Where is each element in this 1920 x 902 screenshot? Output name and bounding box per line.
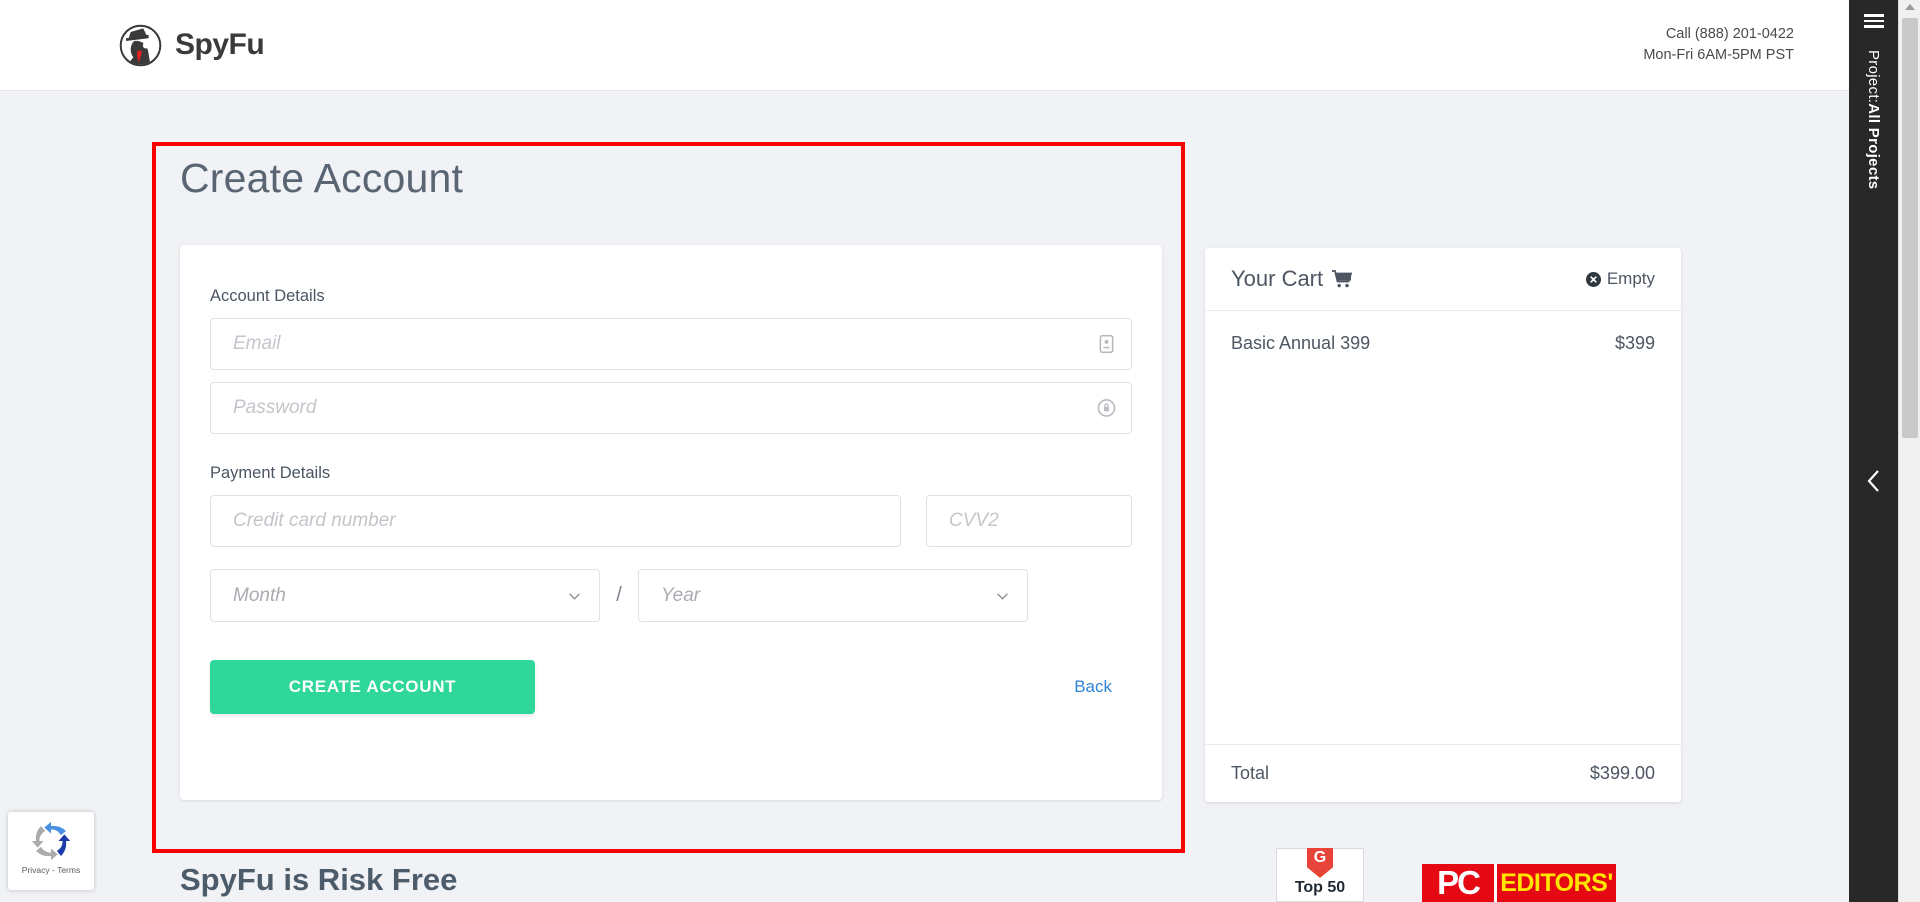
circle-x-icon <box>1586 272 1601 287</box>
cart-panel: Your Cart Empty Basic Annual 399 $39 <box>1205 248 1681 802</box>
month-select[interactable]: Month <box>210 569 600 622</box>
brand-name: SpyFu <box>175 28 264 62</box>
create-account-form-card: Account Details Email Password Payment D… <box>180 245 1162 800</box>
cart-empty-label: Empty <box>1607 269 1655 289</box>
lastpass-id-card-icon[interactable] <box>1096 334 1117 355</box>
cvv-placeholder: CVV2 <box>927 510 999 532</box>
email-field[interactable]: Email <box>210 318 1132 370</box>
page-scrollbar[interactable] <box>1898 0 1920 902</box>
card-placeholder: Credit card number <box>211 510 396 532</box>
cart-title: Your Cart <box>1231 266 1323 292</box>
year-select[interactable]: Year <box>638 569 1028 622</box>
month-placeholder: Month <box>211 585 286 607</box>
cart-items: Basic Annual 399 $399 <box>1205 311 1681 744</box>
password-placeholder: Password <box>211 397 316 419</box>
page-root: SpyFu Call (888) 201-0422 Mon-Fri 6AM-5P… <box>0 0 1920 902</box>
form-actions: CREATE ACCOUNT Back <box>210 660 1132 714</box>
cart-total-row: Total $399.00 <box>1205 744 1681 802</box>
password-field[interactable]: Password <box>210 382 1132 434</box>
recaptcha-badge[interactable]: Privacy - Terms <box>8 812 94 890</box>
cart-total-value: $399.00 <box>1590 763 1655 784</box>
cart-item-name: Basic Annual 399 <box>1231 333 1370 354</box>
cvv-field[interactable]: CVV2 <box>926 495 1132 547</box>
shopping-cart-icon <box>1332 270 1352 288</box>
g2-badge-label: Top 50 <box>1295 879 1345 897</box>
spyfu-detective-logo-icon <box>118 23 163 68</box>
chevron-down-icon <box>568 589 581 602</box>
g2-top50-badge: G Top 50 <box>1276 848 1364 902</box>
pcmag-logo-text: PC <box>1422 864 1494 902</box>
credit-card-number-field[interactable]: Credit card number <box>210 495 901 547</box>
cart-title-group: Your Cart <box>1231 266 1352 292</box>
recaptcha-privacy-terms[interactable]: Privacy - Terms <box>22 865 80 875</box>
create-account-button[interactable]: CREATE ACCOUNT <box>210 660 535 714</box>
date-separator: / <box>600 584 638 607</box>
payment-row: Credit card number CVV2 <box>210 495 1132 559</box>
scrollbar-thumb[interactable] <box>1902 18 1918 438</box>
year-placeholder: Year <box>639 585 700 607</box>
project-value-label: All Projects <box>1865 103 1882 189</box>
project-key-label: Project: <box>1865 50 1882 103</box>
hamburger-menu-icon[interactable] <box>1864 14 1884 28</box>
risk-free-heading: SpyFu is Risk Free <box>180 862 457 898</box>
email-placeholder: Email <box>211 333 281 355</box>
recaptcha-icon <box>31 821 71 861</box>
payment-details-label: Payment Details <box>210 464 1132 483</box>
pcmag-editors-badge: PC EDITORS' <box>1422 864 1616 902</box>
cart-header: Your Cart Empty <box>1205 248 1681 311</box>
cart-total-label: Total <box>1231 763 1269 784</box>
page-title: Create Account <box>180 155 463 202</box>
brand-logo-link[interactable]: SpyFu <box>118 23 264 68</box>
expiration-row: Month / Year <box>210 569 1132 622</box>
chevron-down-icon <box>996 589 1009 602</box>
right-sidebar-rail: Project:All Projects <box>1849 0 1898 902</box>
scrollbar-up-arrow-icon[interactable] <box>1905 4 1915 10</box>
cart-empty-button[interactable]: Empty <box>1586 269 1655 289</box>
g2-shield-icon: G <box>1307 848 1333 878</box>
site-header: SpyFu Call (888) 201-0422 Mon-Fri 6AM-5P… <box>0 0 1849 91</box>
pcmag-editors-text: EDITORS' <box>1494 864 1616 902</box>
lastpass-key-icon[interactable] <box>1096 398 1117 419</box>
header-phone[interactable]: Call (888) 201-0422 <box>1643 24 1794 45</box>
cart-item-price: $399 <box>1615 333 1655 354</box>
header-hours: Mon-Fri 6AM-5PM PST <box>1643 45 1794 66</box>
cart-item-row: Basic Annual 399 $399 <box>1231 333 1655 354</box>
project-selector-label[interactable]: Project:All Projects <box>1865 50 1882 189</box>
account-details-label: Account Details <box>210 287 1132 306</box>
back-link[interactable]: Back <box>1074 677 1112 697</box>
chevron-left-icon[interactable] <box>1865 468 1883 494</box>
header-contact: Call (888) 201-0422 Mon-Fri 6AM-5PM PST <box>1643 24 1794 66</box>
